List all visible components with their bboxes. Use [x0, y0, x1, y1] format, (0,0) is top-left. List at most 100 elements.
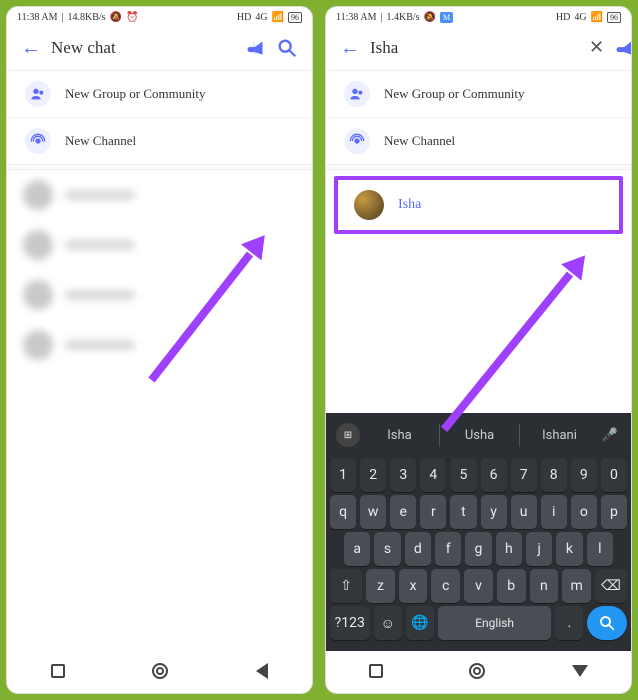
key-t[interactable]: t: [450, 495, 476, 529]
android-navbar: [7, 651, 312, 693]
key-3[interactable]: 3: [390, 458, 416, 492]
channel-icon: [25, 128, 51, 154]
period-key[interactable]: .: [555, 606, 583, 640]
key-7[interactable]: 7: [511, 458, 537, 492]
key-x[interactable]: x: [399, 569, 428, 603]
status-bar: 11:38 AM | 14.8KB/s 🔕 ⏰ HD 4G 📶 96: [7, 7, 312, 27]
group-icon: [344, 81, 370, 107]
avatar: [354, 190, 384, 220]
key-4[interactable]: 4: [420, 458, 446, 492]
symbols-key[interactable]: ?123: [330, 606, 370, 640]
channel-icon: [344, 128, 370, 154]
globe-key[interactable]: 🌐: [406, 606, 434, 640]
keyboard-hide-button[interactable]: [572, 665, 588, 677]
key-k[interactable]: k: [556, 532, 582, 566]
key-r[interactable]: r: [420, 495, 446, 529]
status-time: 11:38 AM: [17, 12, 57, 23]
signal-icon: 4G: [574, 12, 586, 23]
space-key[interactable]: English: [438, 606, 551, 640]
key-c[interactable]: c: [431, 569, 460, 603]
key-a[interactable]: a: [344, 532, 370, 566]
key-f[interactable]: f: [435, 532, 461, 566]
key-9[interactable]: 9: [571, 458, 597, 492]
key-h[interactable]: h: [496, 532, 522, 566]
key-l[interactable]: l: [587, 532, 613, 566]
hd-icon: HD: [237, 12, 251, 23]
header-search: ← ✕: [326, 27, 631, 71]
key-j[interactable]: j: [526, 532, 552, 566]
new-group-option[interactable]: New Group or Community: [7, 71, 312, 117]
key-m[interactable]: m: [562, 569, 591, 603]
new-group-label: New Group or Community: [65, 86, 205, 102]
key-6[interactable]: 6: [481, 458, 507, 492]
result-name: Isha: [398, 197, 421, 213]
search-result-isha[interactable]: Isha: [334, 176, 623, 234]
new-channel-label: New Channel: [65, 133, 136, 149]
key-y[interactable]: y: [481, 495, 507, 529]
phone-left: 11:38 AM | 14.8KB/s 🔕 ⏰ HD 4G 📶 96 ← New…: [6, 6, 313, 694]
key-b[interactable]: b: [497, 569, 526, 603]
recents-button[interactable]: [369, 664, 383, 678]
key-s[interactable]: s: [374, 532, 400, 566]
home-button[interactable]: [152, 663, 168, 679]
new-channel-option[interactable]: New Channel: [326, 117, 631, 164]
contact-row-blurred[interactable]: [7, 270, 312, 320]
key-z[interactable]: z: [366, 569, 395, 603]
section-divider: [326, 164, 631, 170]
signal-bars-icon: 📶: [272, 12, 284, 23]
group-icon: [25, 81, 51, 107]
suggestion-3[interactable]: Ishani: [520, 424, 599, 447]
suggestion-1[interactable]: Isha: [360, 424, 439, 447]
backspace-key[interactable]: ⌫: [595, 569, 627, 603]
key-o[interactable]: o: [571, 495, 597, 529]
key-d[interactable]: d: [405, 532, 431, 566]
shift-key[interactable]: ⇧: [330, 569, 362, 603]
key-n[interactable]: n: [530, 569, 559, 603]
search-input[interactable]: [370, 38, 579, 58]
megaphone-icon[interactable]: [614, 37, 632, 59]
home-button[interactable]: [469, 663, 485, 679]
clear-icon[interactable]: ✕: [589, 37, 604, 59]
new-group-label: New Group or Community: [384, 86, 524, 102]
mic-icon[interactable]: 🎤: [599, 428, 621, 443]
status-net: 1.4KB/s: [386, 12, 419, 23]
key-w[interactable]: w: [360, 495, 386, 529]
key-q[interactable]: q: [330, 495, 356, 529]
key-u[interactable]: u: [511, 495, 537, 529]
hd-icon: HD: [556, 12, 570, 23]
back-button[interactable]: ←: [21, 35, 41, 60]
dnd-icon: 🔕: [424, 12, 436, 23]
status-net: 14.8KB/s: [67, 12, 105, 23]
key-e[interactable]: e: [390, 495, 416, 529]
dnd-icon: 🔕: [110, 12, 122, 23]
keyboard-apps-icon[interactable]: ⊞: [336, 423, 360, 447]
page-title: New chat: [51, 38, 234, 58]
new-group-option[interactable]: New Group or Community: [326, 71, 631, 117]
new-channel-label: New Channel: [384, 133, 455, 149]
key-g[interactable]: g: [465, 532, 491, 566]
android-navbar: [326, 651, 631, 693]
key-i[interactable]: i: [541, 495, 567, 529]
key-p[interactable]: p: [601, 495, 627, 529]
soft-keyboard: ⊞ Isha Usha Ishani 🎤 1234567890 qwertyui…: [326, 413, 631, 651]
megaphone-icon[interactable]: [244, 37, 266, 59]
contact-row-blurred[interactable]: [7, 170, 312, 220]
key-5[interactable]: 5: [450, 458, 476, 492]
status-time: 11:38 AM: [336, 12, 376, 23]
search-key[interactable]: [587, 606, 627, 640]
search-icon[interactable]: [276, 37, 298, 59]
key-8[interactable]: 8: [541, 458, 567, 492]
key-2[interactable]: 2: [360, 458, 386, 492]
emoji-key[interactable]: ☺: [374, 606, 402, 640]
status-bar: 11:38 AM | 1.4KB/s 🔕 M HD 4G 📶 96: [326, 7, 631, 27]
header: ← New chat: [7, 27, 312, 71]
key-v[interactable]: v: [464, 569, 493, 603]
battery-icon: 96: [607, 12, 621, 23]
back-nav-button[interactable]: [256, 663, 268, 679]
recents-button[interactable]: [51, 664, 65, 678]
app-badge-icon: M: [440, 12, 453, 23]
back-button[interactable]: ←: [340, 35, 360, 60]
key-0[interactable]: 0: [601, 458, 627, 492]
new-channel-option[interactable]: New Channel: [7, 117, 312, 164]
key-1[interactable]: 1: [330, 458, 356, 492]
